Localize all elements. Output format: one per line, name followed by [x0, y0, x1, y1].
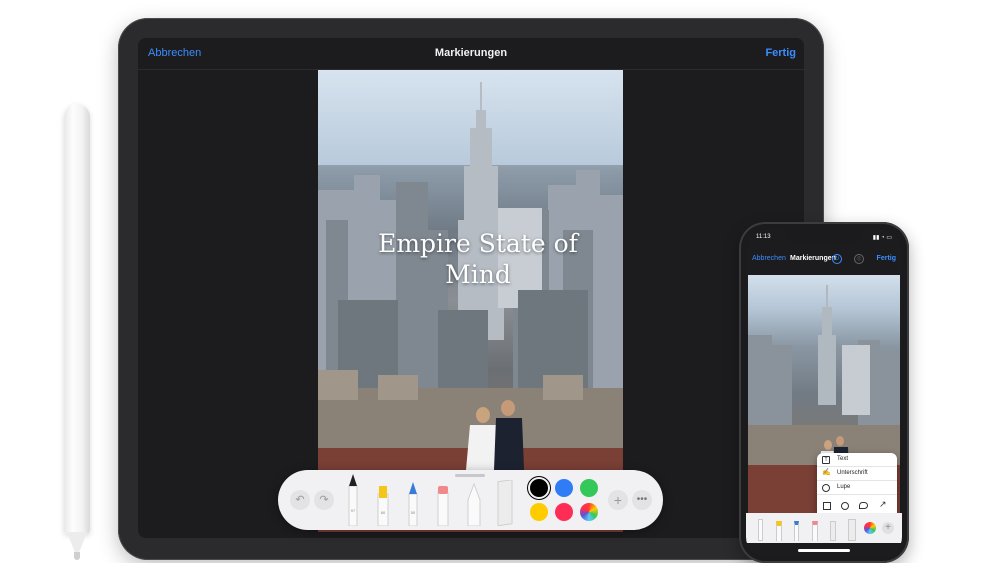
- menu-item-label: Unterschrift: [837, 470, 868, 476]
- pencil-nib: [74, 552, 80, 560]
- status-icons: ▮▮ ◔ ▭: [872, 235, 892, 241]
- lasso-tool-icon[interactable]: [830, 521, 836, 541]
- city-skyline-illustration: [318, 82, 623, 532]
- menu-item-text[interactable]: T Text: [817, 453, 897, 467]
- menu-item-signature[interactable]: ✍ Unterschrift: [817, 467, 897, 481]
- color-red-swatch[interactable]: [555, 503, 573, 521]
- page-title: Markierungen: [434, 47, 508, 59]
- menu-item-label: Lupe: [837, 484, 851, 490]
- toolbar-grabber[interactable]: [455, 474, 485, 477]
- eraser-tool-icon[interactable]: [436, 482, 450, 526]
- share-icon[interactable]: ↻: [832, 254, 842, 264]
- undo-icon[interactable]: ↶: [290, 490, 310, 510]
- home-indicator[interactable]: [798, 549, 850, 552]
- arrow-icon[interactable]: ↗: [879, 499, 887, 510]
- pencil-tool-icon[interactable]: 50: [406, 482, 420, 526]
- plus-icon[interactable]: +: [608, 490, 628, 510]
- color-green-swatch[interactable]: [580, 479, 598, 497]
- ellipsis-icon[interactable]: •••: [632, 490, 652, 510]
- done-button[interactable]: Fertig: [877, 255, 896, 262]
- status-time: 11:13: [756, 234, 771, 240]
- markup-toolbar: ↶ ↷ 97 80 50 + •••: [278, 470, 663, 530]
- plus-icon[interactable]: +: [882, 522, 894, 534]
- photo-caption: Empire State of Mind: [378, 229, 578, 289]
- signature-icon: ✍: [822, 469, 831, 476]
- iphone-navigation-bar: Abbrechen Markierungen ↻ ◎ Fertig: [746, 249, 902, 271]
- circle-icon[interactable]: [841, 502, 849, 510]
- magnifier-icon: [822, 484, 830, 492]
- markup-toolbar: +: [746, 513, 902, 543]
- marketing-scene: Abbrechen Markierungen Fertig Empire Sta…: [0, 0, 1000, 563]
- ipad-navigation-bar: Abbrechen Markierungen Fertig: [138, 38, 804, 70]
- svg-text:80: 80: [381, 510, 386, 515]
- lasso-tool-icon[interactable]: [466, 482, 482, 526]
- markup-photo[interactable]: Empire State of Mind: [318, 70, 623, 532]
- menu-item-magnifier[interactable]: Lupe: [817, 481, 897, 495]
- menu-item-label: Text: [837, 456, 849, 462]
- color-black-swatch[interactable]: [530, 479, 548, 497]
- ruler-tool-icon[interactable]: [848, 519, 856, 541]
- iphone-screen: 11:13 ▮▮ ◔ ▭ Abbrechen Markierungen ↻ ◎ …: [746, 229, 902, 557]
- iphone-notch: [786, 229, 862, 243]
- pen-tool-icon[interactable]: 97: [346, 474, 360, 526]
- pen-tool-icon[interactable]: [758, 519, 763, 541]
- square-icon[interactable]: [823, 502, 831, 510]
- svg-text:97: 97: [351, 508, 356, 513]
- markup-icon[interactable]: ◎: [854, 254, 864, 264]
- color-picker-icon[interactable]: [864, 522, 876, 534]
- cancel-button[interactable]: Abbrechen: [752, 255, 786, 262]
- speech-bubble-icon[interactable]: [859, 502, 868, 509]
- apple-pencil: [64, 104, 90, 534]
- ruler-tool-icon[interactable]: [496, 480, 514, 526]
- text-box-icon: T: [822, 456, 830, 464]
- color-blue-swatch[interactable]: [555, 479, 573, 497]
- pencil-tool-icon[interactable]: [794, 521, 799, 541]
- color-yellow-swatch[interactable]: [530, 503, 548, 521]
- highlighter-tool-icon[interactable]: 80: [376, 482, 390, 526]
- redo-icon[interactable]: ↷: [314, 490, 334, 510]
- svg-text:50: 50: [411, 510, 416, 515]
- add-annotation-menu: T Text ✍ Unterschrift Lupe ↗: [817, 453, 897, 519]
- eraser-tool-icon[interactable]: [812, 521, 818, 541]
- page-title: Markierungen: [790, 255, 836, 262]
- highlighter-tool-icon[interactable]: [776, 521, 782, 541]
- done-button[interactable]: Fertig: [765, 47, 796, 59]
- color-picker-icon[interactable]: [580, 503, 598, 521]
